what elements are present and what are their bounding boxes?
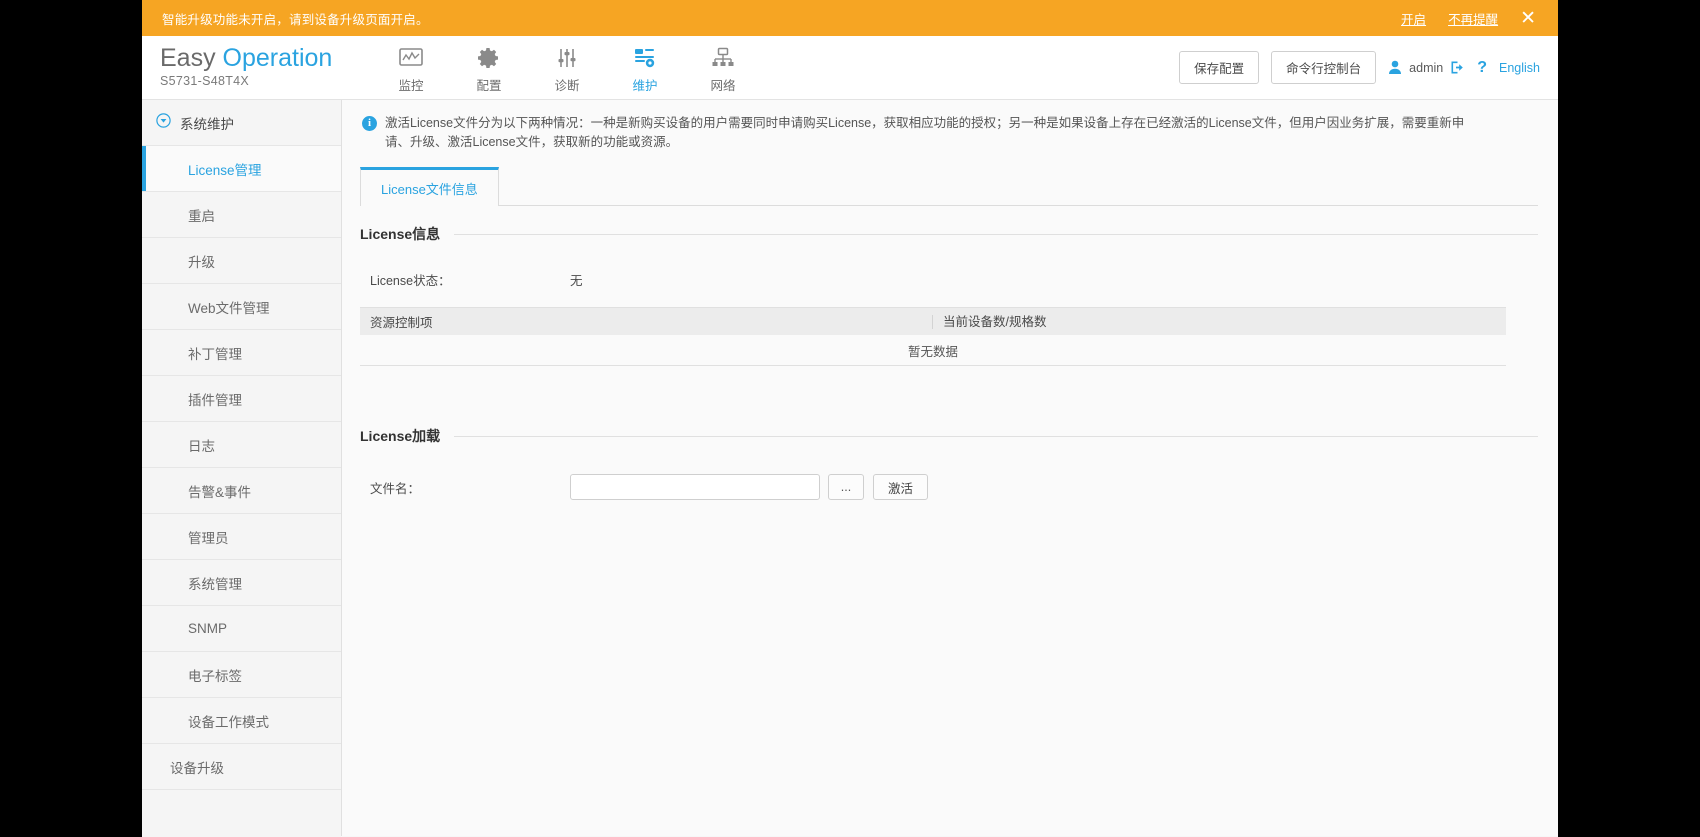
tab-license-file-info[interactable]: License文件信息 — [360, 167, 499, 206]
user-block: admin — [1388, 60, 1465, 75]
sidebar-item-device-work-mode[interactable]: 设备工作模式 — [142, 698, 341, 744]
license-info-header: License信息 — [360, 224, 1538, 244]
primary-nav: 监控 配置 诊断 维护 网络 — [372, 36, 762, 99]
cli-console-button[interactable]: 命令行控制台 — [1271, 51, 1377, 84]
activate-button[interactable]: 激活 — [873, 474, 929, 500]
sidebar-item-electronic-label[interactable]: 电子标签 — [142, 652, 341, 698]
header-actions: 保存配置 命令行控制台 admin ? English — [1179, 36, 1558, 99]
license-info-title: License信息 — [360, 226, 441, 242]
sidebar-item-label: Web文件管理 — [188, 300, 270, 316]
license-load-section: License加载 文件名： ... 激活 — [360, 426, 1538, 500]
sidebar-item-label: 日志 — [188, 438, 215, 454]
sidebar-group-label: 系统维护 — [180, 116, 234, 132]
application-window: 智能升级功能未开启，请到设备升级页面开启。 开启 不再提醒 ✕ Easy Ope… — [142, 0, 1558, 837]
sidebar-group-system-maintenance[interactable]: 系统维护 — [142, 100, 341, 146]
license-load-title: License加载 — [360, 428, 441, 444]
license-status-row: License状态： 无 — [360, 270, 1538, 289]
sidebar-item-label: 升级 — [188, 254, 215, 270]
info-icon: i — [362, 116, 377, 131]
close-icon[interactable]: ✕ — [1520, 9, 1536, 28]
sidebar-item-plugin-management[interactable]: 插件管理 — [142, 376, 341, 422]
sidebar-item-label: 电子标签 — [188, 668, 242, 684]
file-name-label: 文件名： — [370, 481, 421, 496]
notice-dismiss-link[interactable]: 不再提醒 — [1448, 9, 1498, 28]
language-switch[interactable]: English — [1499, 61, 1540, 75]
license-status-label: License状态： — [370, 274, 451, 288]
brand-name-first: Easy — [160, 44, 223, 72]
section-divider — [454, 233, 1538, 235]
main-content: i 激活License文件分为以下两种情况：一种是新购买设备的用户需要同时申请购… — [342, 100, 1558, 836]
app-header: Easy Operation S5731-S48T4X 监控 配置 诊断 维护 … — [142, 36, 1558, 100]
sidebar-item-label: 管理员 — [188, 530, 229, 546]
sidebar-item-label: 插件管理 — [188, 392, 242, 408]
sidebar-item-label: 系统管理 — [188, 576, 242, 592]
nav-item-network[interactable]: 网络 — [684, 44, 762, 94]
nav-item-maintenance[interactable]: 维护 — [606, 44, 684, 94]
nav-item-config-label: 配置 — [476, 79, 502, 93]
brand-title: Easy Operation — [160, 45, 372, 71]
monitor-icon — [372, 44, 450, 72]
sidebar-item-restart[interactable]: 重启 — [142, 192, 341, 238]
nav-item-maintenance-label: 维护 — [632, 79, 658, 93]
chevron-down-circle-icon — [156, 112, 171, 133]
logout-icon[interactable] — [1450, 60, 1465, 75]
sidebar-item-snmp[interactable]: SNMP — [142, 606, 341, 652]
sidebar-item-label: 告警&事件 — [188, 484, 252, 500]
brand-block: Easy Operation S5731-S48T4X — [142, 36, 372, 99]
nav-item-network-label: 网络 — [710, 79, 736, 93]
help-icon[interactable]: ? — [1477, 59, 1487, 77]
device-model: S5731-S48T4X — [160, 74, 250, 88]
gear-icon — [450, 44, 528, 72]
nav-item-config[interactable]: 配置 — [450, 44, 528, 94]
tab-bar: License文件信息 — [360, 166, 1538, 206]
file-name-row: 文件名： ... 激活 — [360, 474, 1538, 500]
sidebar-item-device-upgrade[interactable]: 设备升级 — [142, 744, 341, 790]
sidebar-item-upgrade[interactable]: 升级 — [142, 238, 341, 284]
browse-button[interactable]: ... — [828, 474, 864, 500]
resource-control-table: 资源控制项 当前设备数/规格数 暂无数据 — [360, 307, 1506, 366]
table-empty-state: 暂无数据 — [360, 335, 1506, 365]
license-status-value: 无 — [570, 274, 583, 288]
sidebar-item-license-management[interactable]: License管理 — [142, 146, 341, 192]
info-banner-text: 激活License文件分为以下两种情况：一种是新购买设备的用户需要同时申请购买L… — [385, 116, 1465, 149]
notice-message: 智能升级功能未开启，请到设备升级页面开启。 — [162, 12, 429, 27]
user-name: admin — [1409, 60, 1444, 75]
save-config-button[interactable]: 保存配置 — [1179, 51, 1260, 84]
sidebar-item-label: 重启 — [188, 208, 215, 224]
notice-enable-link[interactable]: 开启 — [1401, 9, 1426, 28]
sidebar-filler — [142, 790, 341, 837]
body-wrapper: 系统维护 License管理 重启 升级 Web文件管理 补丁管理 插件管理 日… — [142, 100, 1558, 837]
table-header-resource-item: 资源控制项 — [370, 316, 433, 330]
sidebar-item-system-management[interactable]: 系统管理 — [142, 560, 341, 606]
file-name-input[interactable] — [570, 474, 820, 500]
sidebar-item-patch-management[interactable]: 补丁管理 — [142, 330, 341, 376]
info-banner: i 激活License文件分为以下两种情况：一种是新购买设备的用户需要同时申请购… — [360, 112, 1470, 160]
sidebar-item-web-file-management[interactable]: Web文件管理 — [142, 284, 341, 330]
sliders-icon — [528, 44, 606, 72]
sidebar-item-label: 设备升级 — [170, 760, 224, 776]
sidebar: 系统维护 License管理 重启 升级 Web文件管理 补丁管理 插件管理 日… — [142, 100, 342, 837]
network-icon — [684, 44, 762, 72]
avatar — [1388, 60, 1402, 75]
license-load-header: License加载 — [360, 426, 1538, 446]
nav-item-diagnose[interactable]: 诊断 — [528, 44, 606, 94]
sidebar-item-label: 设备工作模式 — [188, 714, 269, 730]
table-header-current-count: 当前设备数/规格数 — [932, 314, 1506, 329]
brand-name-second: Operation — [222, 44, 333, 72]
sidebar-item-administrator[interactable]: 管理员 — [142, 514, 341, 560]
sidebar-item-log[interactable]: 日志 — [142, 422, 341, 468]
nav-item-monitor-label: 监控 — [398, 79, 424, 93]
maintenance-icon — [606, 44, 684, 72]
sidebar-item-label: License管理 — [188, 162, 262, 178]
table-header-row: 资源控制项 当前设备数/规格数 — [360, 308, 1506, 335]
notice-bar: 智能升级功能未开启，请到设备升级页面开启。 开启 不再提醒 ✕ — [142, 0, 1558, 36]
sidebar-item-label: SNMP — [188, 621, 228, 636]
nav-item-monitor[interactable]: 监控 — [372, 44, 450, 94]
license-info-section: License信息 License状态： 无 资源控制项 当前设备数/规格数 暂… — [360, 224, 1538, 366]
section-divider — [454, 435, 1538, 437]
sidebar-item-alarm-events[interactable]: 告警&事件 — [142, 468, 341, 514]
nav-item-diagnose-label: 诊断 — [554, 79, 580, 93]
sidebar-item-label: 补丁管理 — [188, 346, 242, 362]
